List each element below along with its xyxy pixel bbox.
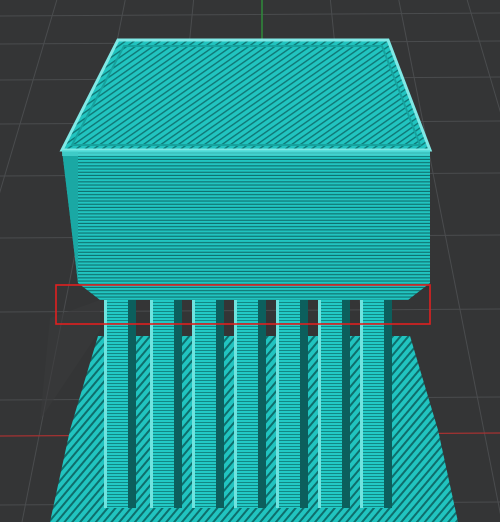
grid-line (0, 12, 500, 17)
grid-line (0, 0, 58, 194)
pillar-shadow (215, 300, 224, 508)
pillar-shadow (383, 300, 392, 508)
pillar-shadow (299, 300, 308, 508)
support-pillar (276, 300, 300, 508)
support-pillar (318, 300, 342, 508)
model-left-edge (62, 150, 78, 283)
pillar-shadow (341, 300, 350, 508)
grid-line (466, 0, 500, 113)
pillar-highlight (192, 300, 195, 508)
pillar-highlight (150, 300, 153, 508)
support-pillar (234, 300, 258, 508)
support-pillar (150, 300, 174, 508)
pillar-shadow (173, 300, 182, 508)
pillar-highlight (276, 300, 279, 508)
pillar-highlight (318, 300, 321, 508)
support-pillar (104, 300, 128, 508)
model-front-top-band (62, 150, 430, 156)
pillar-highlight (360, 300, 363, 508)
model-top-face (62, 40, 430, 150)
pillar-shadow (257, 300, 266, 508)
support-pillar (192, 300, 216, 508)
slicer-3d-viewport[interactable] (0, 0, 500, 522)
pillar-highlight (234, 300, 237, 508)
support-pillar (360, 300, 384, 508)
pillar-shadow (127, 300, 136, 508)
pillar-highlight (104, 300, 107, 508)
model-front-face (62, 150, 430, 300)
